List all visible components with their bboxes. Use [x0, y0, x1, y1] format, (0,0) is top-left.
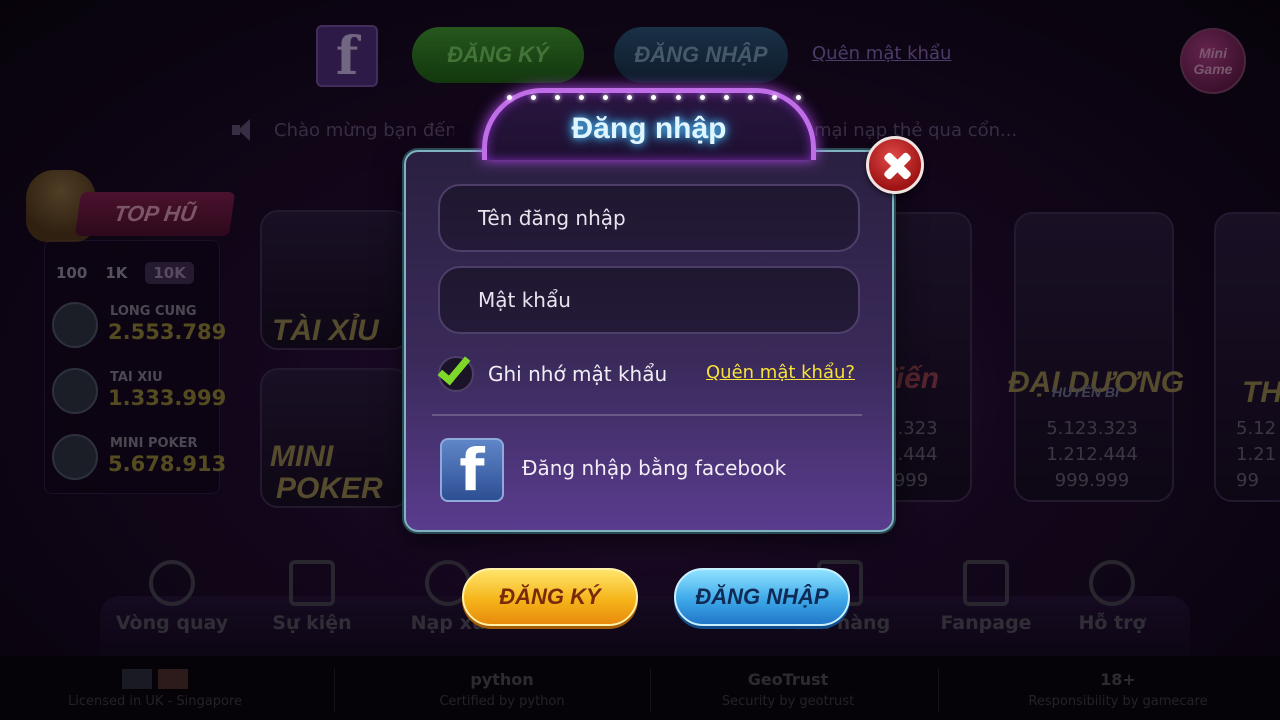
facebook-icon: f: [440, 438, 504, 502]
username-field[interactable]: Tên đăng nhập: [438, 184, 860, 252]
remember-label[interactable]: Ghi nhớ mật khẩu: [488, 362, 667, 386]
close-icon[interactable]: [866, 136, 924, 194]
dialog-divider: [432, 414, 862, 416]
arch-lights: [507, 95, 801, 100]
login-button[interactable]: ĐĂNG NHẬP: [674, 568, 850, 626]
facebook-login-label: Đăng nhập bằng facebook: [522, 456, 787, 480]
facebook-login-button[interactable]: f Đăng nhập bằng facebook: [438, 436, 858, 502]
username-placeholder: Tên đăng nhập: [478, 206, 626, 230]
password-field[interactable]: Mật khẩu: [438, 266, 860, 334]
checkmark-icon: [437, 350, 471, 386]
remember-checkbox[interactable]: [437, 350, 474, 392]
register-button[interactable]: ĐĂNG KÝ: [462, 568, 638, 626]
dialog-title: Đăng nhập: [571, 112, 727, 145]
forgot-password-link[interactable]: Quên mật khẩu?: [706, 362, 855, 383]
password-placeholder: Mật khẩu: [478, 288, 571, 312]
remember-row: Ghi nhớ mật khẩu Quên mật khẩu?: [437, 350, 868, 394]
